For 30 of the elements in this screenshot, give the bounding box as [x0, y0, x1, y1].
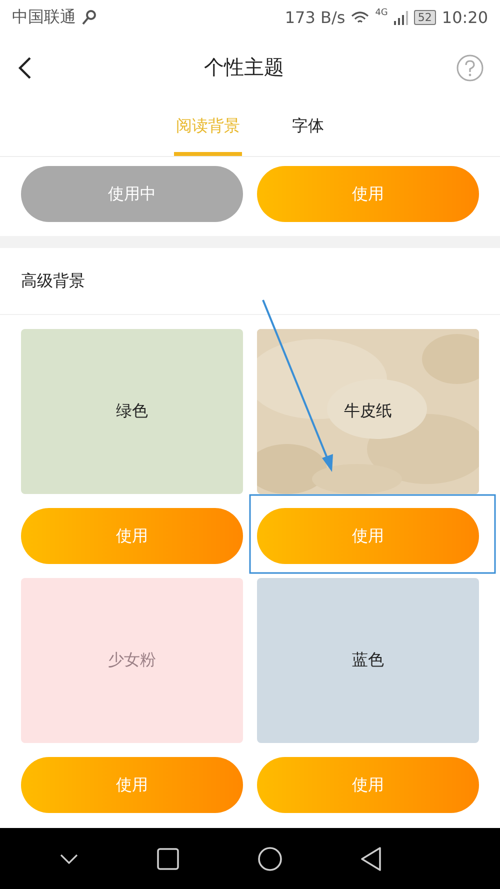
wifi-icon: [351, 10, 370, 24]
signal-icon: [394, 10, 408, 24]
recent-apps-icon[interactable]: [156, 848, 178, 870]
use-button[interactable]: 使用: [257, 757, 479, 813]
use-button[interactable]: 使用: [21, 757, 243, 813]
network-type: 4G: [375, 8, 388, 18]
use-button[interactable]: 使用: [21, 508, 243, 564]
background-preview[interactable]: 少女粉: [21, 578, 243, 743]
background-name: 牛皮纸: [344, 401, 392, 422]
tab[interactable]: 字体: [290, 100, 326, 156]
back-icon[interactable]: [18, 56, 32, 80]
background-name: 绿色: [116, 401, 148, 422]
in-use-button[interactable]: 使用中: [21, 166, 243, 222]
clock-time: 10:20: [442, 8, 488, 27]
back-triangle-icon[interactable]: [360, 846, 380, 870]
background-name: 少女粉: [108, 650, 156, 671]
carrier-name: 中国联通: [12, 7, 76, 28]
network-speed: 173 B/s: [284, 8, 346, 27]
battery-level: 52: [414, 10, 436, 25]
home-icon[interactable]: [258, 846, 282, 870]
background-name: 蓝色: [352, 650, 384, 671]
chevron-down-icon[interactable]: [60, 854, 78, 864]
use-button[interactable]: 使用: [257, 508, 479, 564]
background-preview[interactable]: 牛皮纸: [257, 329, 479, 494]
tab[interactable]: 阅读背景: [174, 100, 242, 156]
page-title: 个性主题: [204, 54, 284, 81]
background-preview[interactable]: 绿色: [21, 329, 243, 494]
section-title: 高级背景: [21, 270, 85, 292]
use-button[interactable]: 使用: [257, 166, 479, 222]
background-preview[interactable]: 蓝色: [257, 578, 479, 743]
